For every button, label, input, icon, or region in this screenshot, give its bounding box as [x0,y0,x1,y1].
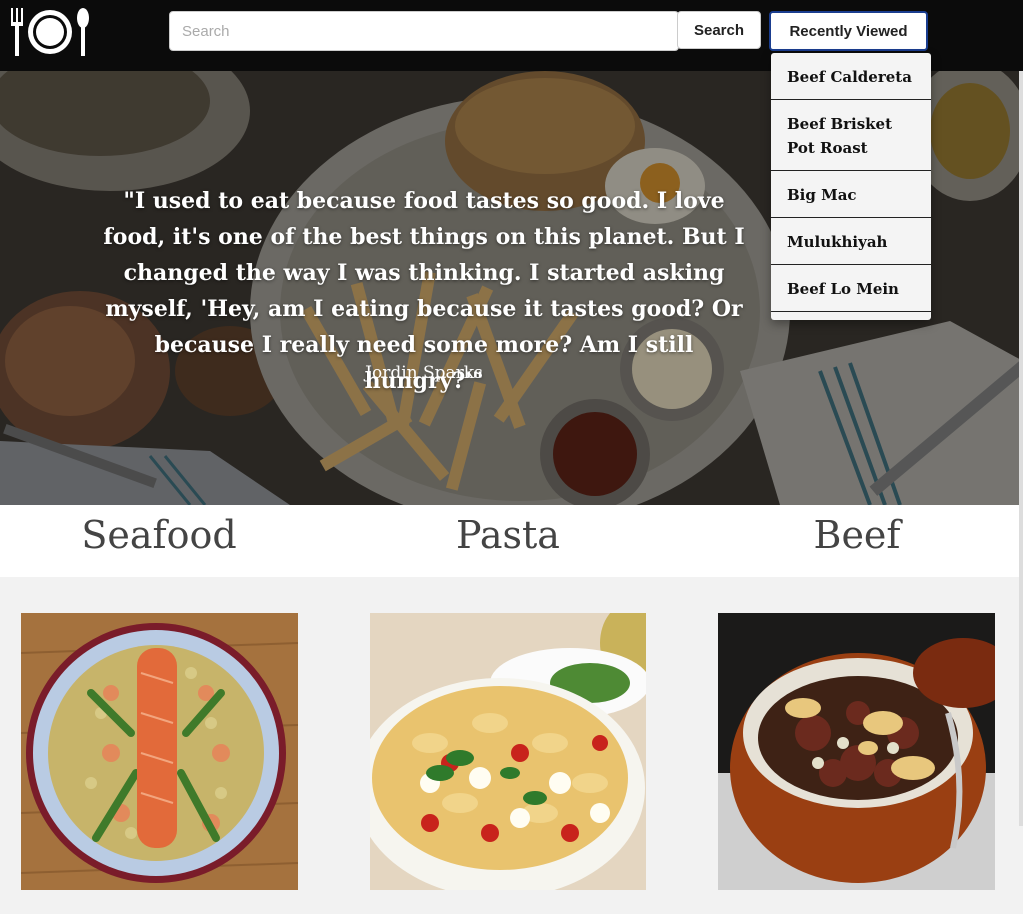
pasta-image[interactable] [370,613,647,890]
recent-item[interactable]: Big Mac [771,171,931,218]
seafood-image[interactable] [21,613,298,890]
page-scrollbar[interactable] [1019,71,1023,826]
search-input[interactable] [169,11,679,51]
category-title-beef[interactable]: Beef [707,513,1007,557]
recently-viewed-button[interactable]: Recently Viewed [769,11,928,51]
search-button[interactable]: Search [677,11,761,49]
plate-fork-spoon-icon[interactable] [8,6,92,58]
category-titles: Seafood Pasta Beef [0,505,1023,577]
recently-viewed-dropdown: Beef Caldereta Beef Brisket Pot Roast Bi… [771,53,931,320]
beef-image[interactable] [718,613,995,890]
recent-item[interactable]: Beef Caldereta [771,53,931,100]
recent-item[interactable]: Beef Lo Mein [771,265,931,312]
category-title-seafood[interactable]: Seafood [9,513,309,557]
category-title-pasta[interactable]: Pasta [358,513,658,557]
recent-item[interactable]: Beef Brisket Pot Roast [771,100,931,171]
quote-author: Jordin Sparks [365,363,483,383]
recent-item[interactable]: Mulukhiyah [771,218,931,265]
